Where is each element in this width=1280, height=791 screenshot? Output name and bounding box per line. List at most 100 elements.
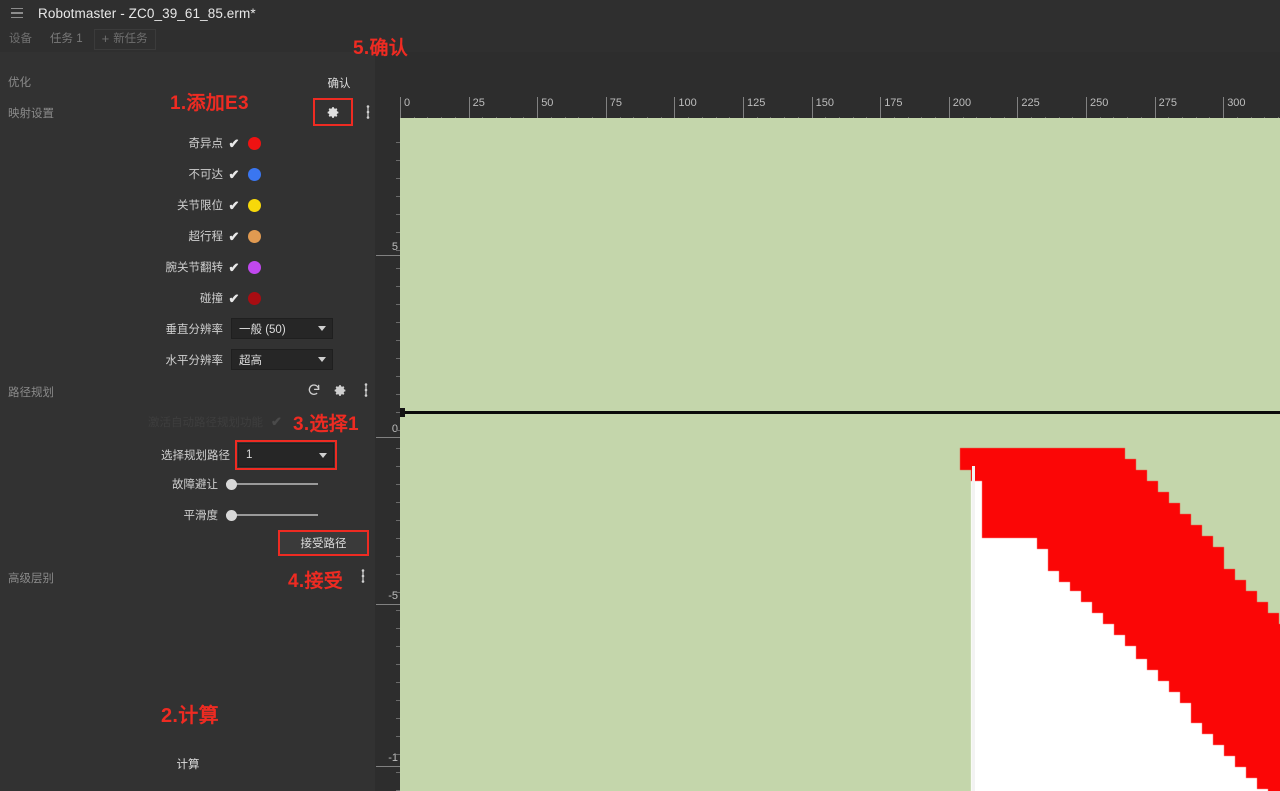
accept-path-label: 接受路径 [300, 538, 347, 550]
accept-path-button[interactable]: 接受路径 [278, 530, 369, 556]
color-swatch[interactable] [248, 167, 261, 181]
ruler-label: 50 [541, 97, 554, 109]
mapping-item-label: 关节限位 [177, 200, 223, 212]
checkbox-checked-icon: ✔ [271, 414, 282, 429]
ruler-label: 150 [815, 97, 834, 109]
ruler-label: 0 [404, 97, 411, 109]
color-swatch[interactable] [248, 198, 261, 212]
mapping-item-label: 碰撞 [200, 293, 223, 305]
vertical-resolution-select[interactable]: 一般 (50) [231, 318, 333, 339]
refresh-icon[interactable] [303, 379, 325, 401]
horizontal-resolution-value: 超高 [239, 354, 262, 367]
color-swatch[interactable] [248, 291, 261, 305]
tab-task-1[interactable]: 任务 1 [41, 26, 92, 52]
obstacle-region-overlay [400, 118, 1280, 791]
mapping-item-label: 腕关节翻转 [165, 262, 224, 274]
gear-icon[interactable] [322, 101, 344, 123]
auto-path-planning-label: 激活自动路径规划功能 [148, 417, 263, 429]
horizontal-divider-line [400, 411, 1280, 414]
origin-marker [400, 408, 405, 417]
ruler-tick [376, 255, 401, 256]
mapping-item-row[interactable]: 奇异点 ✔ [131, 135, 261, 151]
mapping-item-label: 超行程 [188, 231, 224, 243]
vertical-resolution-label: 垂直分辨率 [165, 323, 224, 336]
vertical-dots-icon[interactable] [352, 565, 374, 587]
ruler-tick [376, 604, 401, 605]
horizontal-resolution-row: 水平分辨率 超高 [131, 349, 333, 370]
new-task-button[interactable]: + 新任务 [93, 28, 156, 50]
ruler-label: 200 [952, 97, 972, 109]
slider-knob[interactable] [226, 510, 237, 521]
ruler-label: 5 [391, 241, 398, 253]
vertical-scrollbar[interactable] [972, 466, 975, 791]
obstacle-avoidance-row: 故障避让 [158, 476, 318, 492]
map-viewport[interactable]: 0 25 50 75 100 125 150 175 200 225 250 275 300 5 0 -5-… [375, 52, 1280, 791]
checkbox-checked-icon[interactable]: ✔ [223, 292, 245, 305]
smoothness-slider[interactable] [226, 508, 318, 522]
color-swatch[interactable] [248, 136, 261, 150]
checkbox-checked-icon[interactable]: ✔ [223, 230, 245, 243]
mapping-item-label: 奇异点 [188, 138, 224, 150]
vertical-resolution-value: 一般 (50) [239, 323, 286, 336]
slider-track [226, 483, 318, 485]
calculate-label: 计算 [176, 759, 200, 771]
calculate-button[interactable]: 计算 [160, 754, 216, 774]
title-bar: Robotmaster - ZC0_39_61_85.erm* [0, 0, 1280, 26]
confirm-button[interactable]: 确认 [328, 72, 351, 94]
plus-icon: + [101, 31, 110, 46]
ruler-label: 175 [884, 97, 903, 109]
mapping-item-row[interactable]: 不可达 ✔ [131, 166, 261, 182]
chevron-down-icon [318, 357, 326, 362]
chevron-down-icon [318, 326, 326, 331]
window-title: Robotmaster - ZC0_39_61_85.erm* [38, 5, 256, 21]
mapping-item-label: 不可达 [188, 169, 224, 181]
ruler-label: 250 [1090, 97, 1109, 109]
annotation-step-1: 1.添加E3 [170, 93, 249, 114]
smoothness-row: 平滑度 [158, 507, 318, 523]
annotation-step-4: 4.接受 [288, 571, 344, 592]
ruler-label: 0 [391, 423, 398, 435]
ruler-label: 125 [747, 97, 766, 109]
select-path-select[interactable]: 1 [235, 440, 337, 470]
select-path-row: 选择规划路径 1 [130, 440, 337, 470]
smoothness-label: 平滑度 [183, 510, 219, 522]
ruler-label: 275 [1158, 97, 1177, 109]
tab-device[interactable]: 设备 [0, 26, 41, 52]
reachability-map-plot[interactable]: CSDN @Perley620 [400, 118, 1280, 791]
select-path-value: 1 [246, 449, 253, 461]
ruler-label: 300 [1227, 97, 1246, 109]
color-swatch[interactable] [248, 260, 261, 274]
obstacle-avoidance-label: 故障避让 [172, 479, 218, 491]
ruler-label: 25 [472, 97, 485, 109]
vertical-resolution-row: 垂直分辨率 一般 (50) [131, 318, 333, 339]
checkbox-checked-icon[interactable]: ✔ [223, 199, 245, 212]
new-task-label: 新任务 [113, 33, 148, 45]
section-path-planning-title: 路径规划 [8, 387, 54, 399]
gear-icon[interactable] [329, 379, 351, 401]
obstacle-avoidance-slider[interactable] [226, 477, 318, 491]
checkbox-checked-icon[interactable]: ✔ [223, 261, 245, 274]
color-swatch[interactable] [248, 229, 261, 243]
hamburger-icon[interactable] [4, 0, 30, 26]
app-window: Robotmaster - ZC0_39_61_85.erm* 设备 任务 1 … [0, 0, 1280, 791]
slider-track [226, 514, 318, 516]
section-optimization-title: 优化 [8, 77, 31, 89]
section-mapping-title: 映射设置 [8, 108, 54, 120]
checkbox-checked-icon[interactable]: ✔ [223, 168, 245, 181]
mapping-item-row[interactable]: 碰撞 ✔ [131, 290, 261, 306]
auto-path-planning-row: 激活自动路径规划功能 ✔ [148, 414, 282, 430]
mapping-toolbar [313, 98, 379, 126]
checkbox-checked-icon[interactable]: ✔ [223, 137, 245, 150]
mapping-item-row[interactable]: 关节限位 ✔ [131, 197, 261, 213]
ruler-tick [376, 766, 401, 767]
annotation-step-3: 3.选择1 [293, 414, 359, 435]
vertical-ruler: 5 0 -5 -1 [375, 122, 401, 791]
mapping-item-row[interactable]: 腕关节翻转 ✔ [131, 259, 261, 275]
ruler-label: 75 [609, 97, 623, 109]
section-advanced-levels-title: 高级层别 [8, 573, 54, 585]
mapping-item-row[interactable]: 超行程 ✔ [131, 228, 261, 244]
slider-knob[interactable] [226, 479, 237, 490]
horizontal-resolution-select[interactable]: 超高 [231, 349, 333, 370]
vertical-dots-icon[interactable] [355, 379, 377, 401]
path-planning-toolbar [303, 379, 377, 401]
